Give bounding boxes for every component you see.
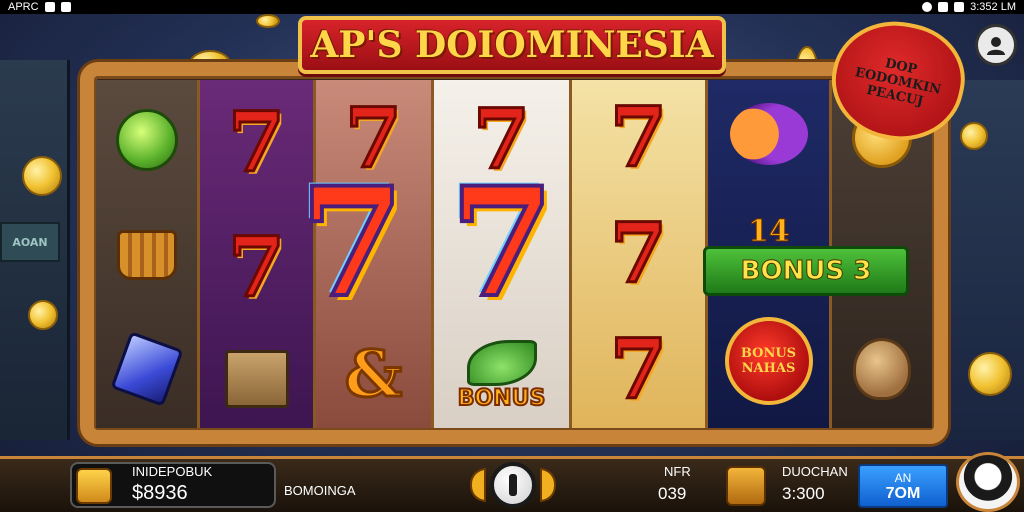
battery-icon <box>954 2 965 12</box>
title-banner: AP'S DOIOMINESIA <box>298 16 726 74</box>
bonus-symbol-label: BONUS <box>457 385 547 412</box>
user-icon <box>987 37 1005 55</box>
toolbox-icon <box>224 350 289 409</box>
seven-symbol: 7 <box>226 219 286 316</box>
coin-icon <box>22 156 62 196</box>
bonus-number: 14 <box>748 214 791 250</box>
wallet-icon[interactable] <box>76 468 112 504</box>
seven-symbol: 7 <box>608 90 668 186</box>
coin-icon <box>256 14 280 28</box>
apple-icon <box>115 109 178 172</box>
app-label: APRC <box>8 1 39 13</box>
fruit-hearts-icon <box>729 103 808 165</box>
coin-icon <box>960 122 988 150</box>
reel-1[interactable] <box>96 80 200 428</box>
bonus-medal-line: NAHAS <box>741 361 796 376</box>
balance-label: INIDEPOBUK <box>132 464 213 479</box>
status-left: APRC <box>8 1 71 13</box>
spin-left-arrow-icon <box>470 468 486 502</box>
status-right: 3:352 LM <box>922 1 1016 13</box>
wifi-icon <box>938 2 949 12</box>
big-seven-symbol: 7 <box>448 155 556 331</box>
clock: 3:352 LM <box>970 1 1016 13</box>
app-icon <box>60 2 71 12</box>
seven-symbol: 7 <box>608 322 668 418</box>
leaf-icon <box>466 340 537 387</box>
spin-core <box>490 462 536 508</box>
win-label: DUOCHAN <box>782 464 848 479</box>
big-seven-symbol: 7 <box>298 155 406 331</box>
gem-icon <box>109 330 184 407</box>
treasure-chest-icon[interactable] <box>726 466 766 506</box>
reel-2[interactable]: 7 7 <box>200 80 316 428</box>
basket-icon <box>116 229 177 280</box>
action-button-top: AN <box>894 471 912 485</box>
bonus-medal-line: BONUS <box>740 346 797 361</box>
status-bar: APRC 3:352 LM <box>0 0 1024 14</box>
bonus-ribbon: BONUS 3 <box>703 246 909 296</box>
player-avatar[interactable] <box>956 452 1020 512</box>
bet-label: NFR <box>664 464 691 479</box>
bet-value: 039 <box>658 484 687 503</box>
bonus-medal: BONUS NAHAS <box>724 317 813 405</box>
seven-symbol: 7 <box>226 94 286 191</box>
profile-button[interactable] <box>975 24 1017 66</box>
seven-symbol: 7 <box>608 206 668 302</box>
nut-icon <box>853 338 911 401</box>
action-button-bottom: 7OM <box>885 485 921 502</box>
settings-icon <box>922 2 933 12</box>
coin-icon <box>968 352 1012 396</box>
balance-value: $8936 <box>132 482 188 504</box>
lines-label: BOMOINGA <box>284 483 356 498</box>
notification-icon <box>44 2 55 12</box>
reel-5[interactable]: 7 7 7 <box>572 80 708 428</box>
spin-button[interactable] <box>470 460 556 510</box>
coin-icon <box>28 300 58 330</box>
win-value: 3:300 <box>782 484 825 503</box>
spin-bar-icon <box>509 474 517 496</box>
ampersand-symbol: & <box>343 335 404 413</box>
spin-right-arrow-icon <box>540 468 556 502</box>
game-title: AP'S DOIOMINESIA <box>310 24 714 66</box>
background-sign: AOAN <box>0 222 60 262</box>
action-button[interactable]: AN 7OM <box>858 464 948 508</box>
bonus-symbol: BONUS <box>457 340 547 412</box>
